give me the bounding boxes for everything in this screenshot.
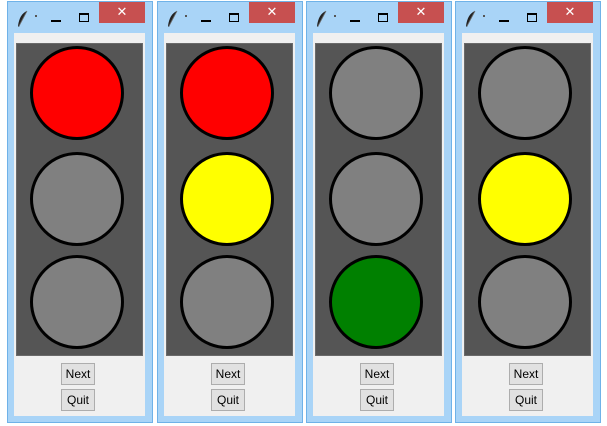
maximize-icon[interactable] — [76, 11, 92, 25]
close-icon[interactable]: ✕ — [547, 2, 593, 23]
quit-button[interactable]: Quit — [360, 389, 394, 411]
traffic-light-window-1: ✕ Next Quit — [7, 1, 153, 423]
traffic-light-canvas — [315, 43, 442, 356]
system-menu-dot — [334, 15, 336, 17]
green-lamp — [180, 255, 274, 349]
window-client-area: Next Quit — [164, 33, 295, 416]
system-menu-dot — [483, 15, 485, 17]
title-bar[interactable]: ✕ — [158, 2, 302, 33]
quit-button[interactable]: Quit — [61, 389, 95, 411]
next-button[interactable]: Next — [61, 363, 95, 385]
traffic-light-window-3: ✕ Next Quit — [306, 1, 452, 423]
quit-button[interactable]: Quit — [509, 389, 543, 411]
red-lamp — [478, 46, 572, 140]
maximize-icon[interactable] — [226, 11, 242, 25]
traffic-light-window-2: ✕ Next Quit — [157, 1, 303, 423]
window-client-area: Next Quit — [462, 33, 593, 416]
traffic-light-window-4: ✕ Next Quit — [455, 1, 601, 423]
close-icon[interactable]: ✕ — [99, 2, 145, 23]
maximize-icon[interactable] — [375, 11, 391, 25]
next-button[interactable]: Next — [211, 363, 245, 385]
red-lamp — [180, 46, 274, 140]
yellow-lamp — [30, 152, 124, 246]
minimize-icon[interactable] — [496, 12, 512, 26]
yellow-lamp — [329, 152, 423, 246]
window-client-area: Next Quit — [14, 33, 145, 416]
green-lamp — [30, 255, 124, 349]
quit-button[interactable]: Quit — [211, 389, 245, 411]
feather-icon[interactable] — [314, 10, 328, 28]
next-button[interactable]: Next — [360, 363, 394, 385]
feather-icon[interactable] — [165, 10, 179, 28]
close-icon[interactable]: ✕ — [398, 2, 444, 23]
traffic-light-canvas — [166, 43, 293, 356]
system-menu-dot — [185, 15, 187, 17]
minimize-icon[interactable] — [48, 12, 64, 26]
red-lamp — [329, 46, 423, 140]
feather-icon[interactable] — [463, 10, 477, 28]
green-lamp — [478, 255, 572, 349]
red-lamp — [30, 46, 124, 140]
maximize-icon[interactable] — [524, 11, 540, 25]
feather-icon[interactable] — [15, 10, 29, 28]
minimize-icon[interactable] — [347, 12, 363, 26]
title-bar[interactable]: ✕ — [307, 2, 451, 33]
minimize-icon[interactable] — [198, 12, 214, 26]
close-icon[interactable]: ✕ — [249, 2, 295, 23]
green-lamp — [329, 255, 423, 349]
system-menu-dot — [35, 15, 37, 17]
traffic-light-canvas — [464, 43, 591, 356]
traffic-light-canvas — [16, 43, 143, 356]
next-button[interactable]: Next — [509, 363, 543, 385]
title-bar[interactable]: ✕ — [8, 2, 152, 33]
window-client-area: Next Quit — [313, 33, 444, 416]
title-bar[interactable]: ✕ — [456, 2, 600, 33]
yellow-lamp — [478, 152, 572, 246]
yellow-lamp — [180, 152, 274, 246]
